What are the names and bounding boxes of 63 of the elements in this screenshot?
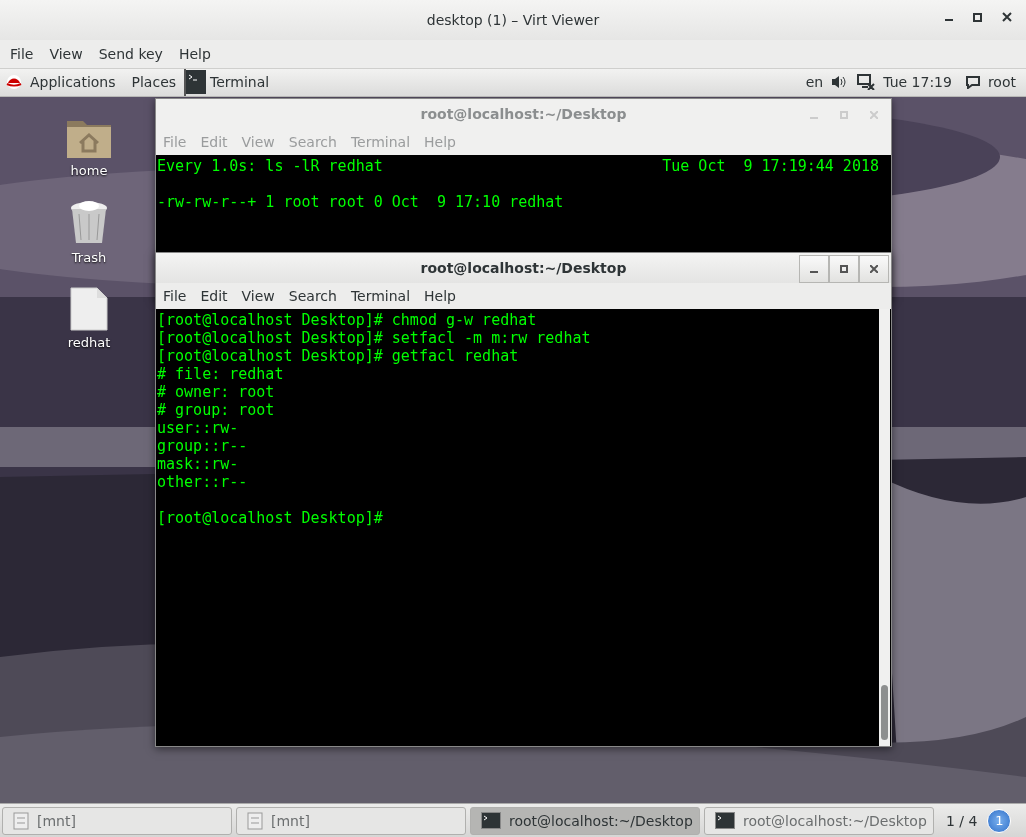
- terminal-line: -rw-rw-r--+ 1 root root 0 Oct 9 17:10 redhat: [157, 192, 564, 211]
- close-icon[interactable]: [1002, 12, 1012, 22]
- terminal-line: # group: root: [157, 400, 275, 419]
- terminal-icon: [481, 812, 501, 829]
- menu-item[interactable]: Search: [281, 287, 344, 304]
- scrollbar-thumb[interactable]: [881, 684, 888, 740]
- terminal-line: mask::rw-: [157, 454, 239, 473]
- menu-item[interactable]: Terminal: [343, 287, 418, 304]
- terminal-line: [root@localhost Desktop]# setfacl -m m:rw redhat: [157, 328, 591, 347]
- menu-item[interactable]: Edit: [193, 287, 235, 304]
- maximize-icon: [840, 264, 848, 273]
- menu-item[interactable]: Help: [170, 45, 219, 62]
- volume-icon: [831, 75, 848, 90]
- terminal-icon: [715, 812, 735, 829]
- applications-menu[interactable]: Applications: [22, 74, 124, 91]
- minimize-icon: [810, 116, 818, 119]
- user-menu[interactable]: root: [979, 74, 1026, 91]
- maximize-icon: [840, 110, 848, 119]
- icon-label: Trash: [71, 249, 107, 265]
- terminal-line: Every 1.0s: ls -lR redhat: [157, 156, 383, 175]
- trash-icon: [69, 199, 109, 246]
- taskbar-item[interactable]: [mnt]: [236, 806, 466, 835]
- taskbar-item[interactable]: root@localhost:~/Desktop: [470, 806, 700, 835]
- menu-item[interactable]: File: [156, 287, 194, 304]
- clock[interactable]: Tue 17:19: [875, 74, 966, 91]
- close-icon: [870, 110, 878, 119]
- terminal-line: user::rw-: [157, 418, 239, 437]
- terminal-line: # file: redhat: [157, 364, 284, 383]
- window-title: root@localhost:~/Desktop: [420, 259, 627, 276]
- maximize-icon[interactable]: [973, 12, 982, 22]
- terminal-line: group::r--: [157, 436, 248, 455]
- folder-icon: [247, 811, 263, 830]
- icon-label: home: [70, 162, 108, 178]
- taskbar-item[interactable]: [mnt]: [2, 806, 232, 835]
- hat-logo-icon: [6, 75, 22, 90]
- menu-item[interactable]: View: [41, 45, 91, 62]
- close-button[interactable]: [859, 254, 889, 283]
- file-icon: [70, 286, 108, 331]
- taskbar-item[interactable]: root@localhost:~/Desktop: [704, 806, 934, 835]
- chat-icon: [965, 75, 980, 89]
- icon-label: redhat: [67, 334, 111, 350]
- folder-icon: [13, 811, 29, 830]
- terminal-line: # owner: root: [157, 382, 275, 401]
- places-menu[interactable]: Places: [123, 74, 185, 91]
- terminal-icon: [186, 70, 207, 95]
- window-title: root@localhost:~/Desktop: [420, 105, 627, 122]
- maximize-button[interactable]: [829, 254, 859, 283]
- workspace-pager[interactable]: 1 / 4: [938, 812, 984, 829]
- menu-item[interactable]: Help: [417, 287, 463, 304]
- menu-item[interactable]: View: [234, 287, 282, 304]
- menu-item[interactable]: Send key: [90, 45, 171, 62]
- menu-item[interactable]: File: [2, 45, 42, 62]
- terminal-line: other::r--: [157, 472, 248, 491]
- terminal-line: [root@localhost Desktop]# chmod g-w redhat: [157, 310, 537, 329]
- terminal-line: [root@localhost Desktop]#: [157, 508, 383, 527]
- close-icon: [870, 264, 878, 273]
- terminal-line: [root@localhost Desktop]# getfacl redhat: [157, 346, 519, 365]
- minimize-icon: [810, 270, 818, 273]
- network-icon: [857, 74, 876, 91]
- window-title: desktop (1) – Virt Viewer: [426, 11, 600, 28]
- keyboard-layout[interactable]: en: [797, 74, 832, 91]
- app-menu[interactable]: Terminal: [210, 74, 270, 91]
- terminal-line: Tue Oct 9 17:19:44 2018: [662, 156, 879, 175]
